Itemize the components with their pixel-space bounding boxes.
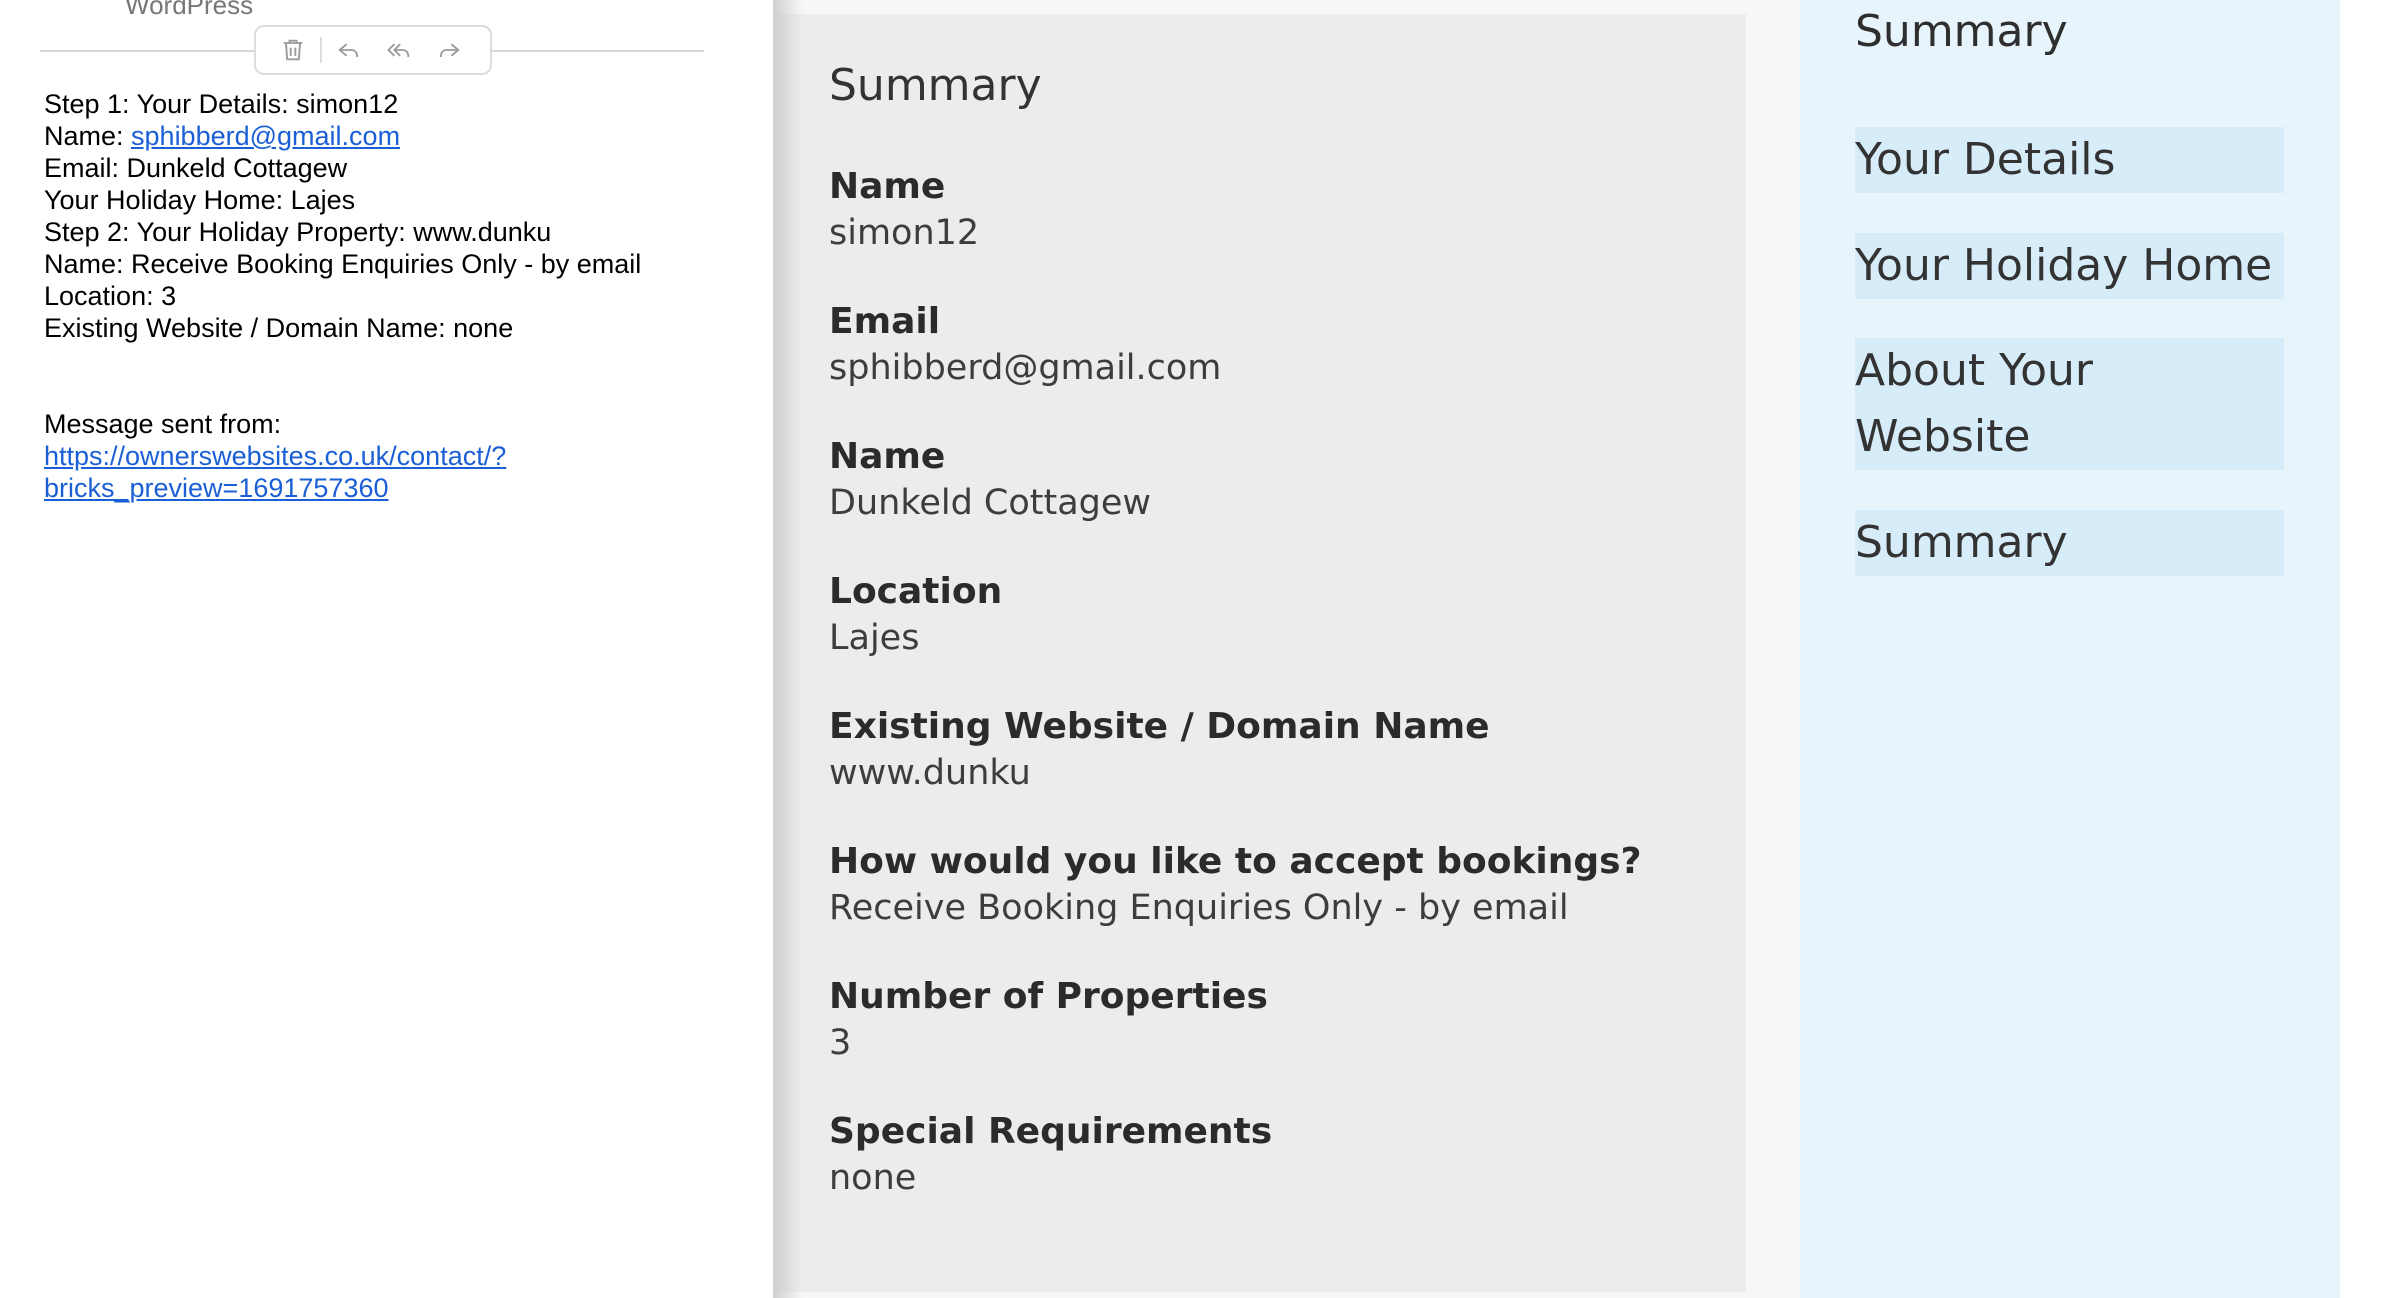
step-your-details[interactable]: Your Details [1855,127,2284,193]
email-line: Existing Website / Domain Name: none [44,313,514,343]
summary-field: Name simon12 [829,164,979,256]
email-line: Location: 3 [44,281,177,311]
summary-field: Name Dunkeld Cottagew [829,434,1151,526]
step-your-holiday-home[interactable]: Your Holiday Home [1855,233,2284,299]
summary-field: Number of Properties 3 [829,974,1268,1066]
reply-all-button[interactable] [374,30,424,70]
forward-button[interactable] [424,30,474,70]
field-value: 3 [829,1023,852,1063]
field-value: Dunkeld Cottagew [829,483,1152,523]
field-label: Number of Properties [829,976,1268,1017]
source-url-line-1[interactable]: https://ownerswebsites.co.uk/contact/? [44,441,506,471]
email-line: Email: Dunkeld Cottagew [44,153,348,183]
summary-field: Location Lajes [829,569,1002,661]
summary-field: How would you like to accept bookings? R… [829,839,1641,931]
field-label: Existing Website / Domain Name [829,706,1490,747]
field-label: Location [829,571,1003,612]
step-about-your-website[interactable]: About Your Website [1855,338,2284,470]
field-label: Special Requirements [829,1111,1273,1152]
field-label: Email [829,301,941,342]
steps-sidebar: Summary Your Details Your Holiday Home A… [1800,0,2340,1298]
trash-icon [283,39,303,61]
email-action-toolbar [254,25,492,75]
summary-title: Summary [829,60,1042,111]
name-prefix: Name: [44,121,132,151]
summary-field: Email sphibberd@gmail.com [829,299,1221,391]
field-label: How would you like to accept bookings? [829,841,1642,882]
delete-button[interactable] [268,30,318,70]
field-value: none [829,1158,917,1198]
email-body: Step 1: Your Details: simon12 Name: sphi… [44,88,744,504]
steps-title: Summary [1855,6,2068,57]
field-value: Lajes [829,618,920,658]
email-pane: WordPress Step 1: Your Details: simon12 … [0,0,773,1298]
step-label-line-1: About Your [1855,345,2094,396]
step-label-line-2: Website [1855,411,2031,462]
field-label: Name [829,436,946,477]
email-name-line: Name: sphibberd@gmail.com [44,120,744,152]
field-value: simon12 [829,213,980,253]
reply-all-icon [387,43,410,58]
toolbar-separator [320,37,322,63]
source-url-link[interactable]: https://ownerswebsites.co.uk/contact/? b… [44,440,744,504]
step-summary[interactable]: Summary [1855,510,2284,576]
summary-field: Special Requirements none [829,1109,1272,1201]
source-url-line-2[interactable]: bricks_preview=1691757360 [44,473,389,503]
email-line: Step 2: Your Holiday Property: www.dunku [44,217,552,247]
reply-button[interactable] [324,30,374,70]
email-line: Name: Receive Booking Enquiries Only - b… [44,249,642,279]
summary-card: Summary Name simon12 Email sphibberd@gma… [773,14,1746,1292]
field-label: Name [829,166,946,207]
email-line: Step 1: Your Details: simon12 [44,89,399,119]
reply-icon [338,43,359,58]
field-value: www.dunku [829,753,1031,793]
email-address-link[interactable]: sphibberd@gmail.com [131,121,400,151]
email-line: Your Holiday Home: Lajes [44,185,356,215]
sender-name: WordPress [125,0,254,20]
message-sent-from: Message sent from: [44,409,282,439]
summary-field: Existing Website / Domain Name www.dunku [829,704,1490,796]
field-value: sphibberd@gmail.com [829,348,1222,388]
pane-shadow [773,0,803,1298]
forward-icon [439,43,460,58]
field-value: Receive Booking Enquiries Only - by emai… [829,888,1569,928]
